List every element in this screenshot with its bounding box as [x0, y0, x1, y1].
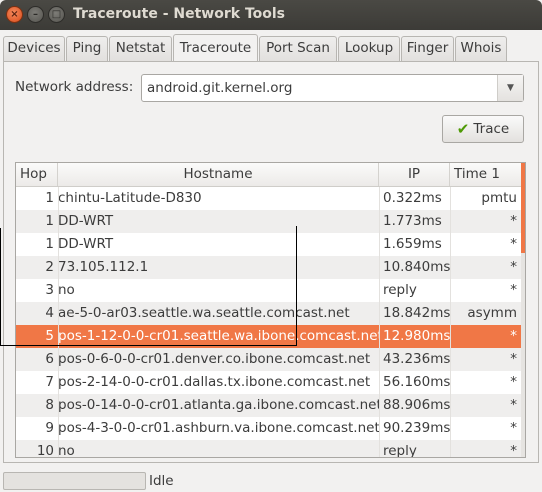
hostname-cell: ae-5-0-ar03.seattle.wa.seattle.comcast.n… [58, 305, 350, 321]
hostname-cell: no [58, 443, 75, 458]
table-row[interactable]: 3 no reply * [16, 279, 521, 302]
time1-cell: * [510, 236, 517, 252]
time1-cell: * [510, 420, 517, 436]
hop-cell: 1 [45, 213, 54, 229]
hostname-cell: DD-WRT [58, 236, 114, 252]
tab-ping[interactable]: Ping [66, 36, 108, 61]
table-row[interactable]: 1 chintu-Latitude-D830 0.322ms pmtu [16, 187, 521, 210]
hop-cell: 3 [45, 282, 54, 298]
maximize-window-button[interactable]: □ [48, 6, 65, 23]
hostname-cell: pos-0-6-0-0-cr01.denver.co.ibone.comcast… [58, 351, 371, 367]
minimize-icon: – [33, 8, 38, 20]
table-header: Hop Hostname IP Time 1 [16, 163, 525, 187]
stray-vertical-line [296, 226, 297, 346]
hop-cell: 10 [36, 443, 54, 458]
tab-whois[interactable]: Whois [455, 36, 507, 61]
ip-cell: 56.160ms [383, 374, 450, 390]
time1-cell: * [510, 259, 517, 275]
hostname-cell: chintu-Latitude-D830 [58, 190, 202, 206]
ip-cell: 43.236ms [383, 351, 450, 367]
hop-cell: 6 [45, 351, 54, 367]
ip-cell: 0.322ms [383, 190, 442, 206]
ip-cell: 10.840ms [383, 259, 450, 275]
tab-lookup[interactable]: Lookup [338, 36, 400, 61]
hop-cell: 8 [45, 397, 54, 413]
hop-cell: 4 [45, 305, 54, 321]
ip-cell: 18.842ms [383, 305, 450, 321]
table-row[interactable]: 6 pos-0-6-0-0-cr01.denver.co.ibone.comcas… [16, 348, 521, 371]
hop-cell: 1 [45, 236, 54, 252]
minimize-window-button[interactable]: – [27, 6, 44, 23]
ip-cell: reply [383, 282, 417, 298]
status-bar: Idle [0, 470, 542, 492]
scrollbar-thumb[interactable] [521, 163, 525, 253]
tab-port-scan[interactable]: Port Scan [259, 36, 337, 61]
tab-netstat[interactable]: Netstat [109, 36, 172, 61]
dropdown-button[interactable]: ▼ [497, 75, 523, 101]
time1-cell: * [510, 397, 517, 413]
time1-cell: * [510, 443, 517, 458]
network-address-combo[interactable]: android.git.kernel.org ▼ [141, 74, 524, 102]
time1-cell: * [510, 213, 517, 229]
hop-cell: 2 [45, 259, 54, 275]
stray-horizontal-line [0, 345, 297, 346]
table-row[interactable]: 1 DD-WRT 1.773ms * [16, 210, 521, 233]
table-row[interactable]: 8 pos-0-14-0-0-cr01.atlanta.ga.ibone.comc… [16, 394, 521, 417]
table-row[interactable]: 7 pos-2-14-0-0-cr01.dallas.tx.ibone.comca… [16, 371, 521, 394]
time1-cell: * [510, 328, 517, 344]
ip-cell: 88.906ms [383, 397, 450, 413]
column-header-hop[interactable]: Hop [16, 163, 58, 186]
hostname-cell: 73.105.112.1 [58, 259, 149, 275]
column-header-ip[interactable]: IP [379, 163, 450, 186]
time1-cell: * [510, 282, 517, 298]
tab-traceroute[interactable]: Traceroute [173, 34, 258, 61]
table-row[interactable]: 9 pos-4-3-0-0-cr01.ashburn.va.ibone.comca… [16, 417, 521, 440]
ip-cell: 1.659ms [383, 236, 442, 252]
table-row[interactable]: 2 73.105.112.1 10.840ms * [16, 256, 521, 279]
close-icon: × [10, 8, 19, 20]
column-separator [450, 187, 451, 457]
time1-cell: asymm [467, 305, 517, 321]
hop-cell: 7 [45, 374, 54, 390]
column-header-hostname[interactable]: Hostname [58, 163, 379, 186]
vertical-scrollbar[interactable] [521, 163, 525, 457]
tab-finger[interactable]: Finger [401, 36, 454, 61]
ip-cell: 1.773ms [383, 213, 442, 229]
progress-bar [3, 472, 146, 490]
tab-devices[interactable]: Devices [3, 36, 65, 61]
title-bar: × – □ Traceroute - Network Tools [0, 0, 542, 30]
close-window-button[interactable]: × [6, 6, 23, 23]
hostname-cell: pos-4-3-0-0-cr01.ashburn.va.ibone.comcas… [58, 420, 379, 436]
column-header-time1[interactable]: Time 1 [450, 163, 525, 186]
ip-cell: 90.239ms [383, 420, 450, 436]
trace-button[interactable]: ✔ Trace [442, 115, 524, 143]
table-row[interactable]: 4 ae-5-0-ar03.seattle.wa.seattle.comcast.… [16, 302, 521, 325]
ip-cell: 12.980ms [383, 328, 450, 344]
network-address-input[interactable]: android.git.kernel.org [147, 80, 292, 96]
column-separator [379, 187, 380, 457]
time1-cell: * [510, 374, 517, 390]
hostname-cell: pos-2-14-0-0-cr01.dallas.tx.ibone.comcas… [58, 374, 371, 390]
hop-cell: 9 [45, 420, 54, 436]
time1-cell: * [510, 351, 517, 367]
time1-cell: pmtu [481, 190, 517, 206]
stray-left-line [0, 228, 1, 346]
network-address-label: Network address: [15, 79, 134, 95]
trace-button-label: Trace [473, 121, 510, 137]
table-row[interactable]: 1 DD-WRT 1.659ms * [16, 233, 521, 256]
results-table[interactable]: Hop Hostname IP Time 1 1 chintu-Latitude-… [15, 162, 526, 458]
hostname-cell: pos-0-14-0-0-cr01.atlanta.ga.ibone.comca… [58, 397, 379, 413]
hostname-cell: no [58, 282, 75, 298]
window-title: Traceroute - Network Tools [73, 6, 285, 22]
hostname-cell: DD-WRT [58, 213, 114, 229]
check-icon: ✔ [456, 119, 470, 138]
maximize-icon: □ [51, 8, 62, 20]
column-separator [58, 187, 59, 457]
chevron-down-icon: ▼ [507, 83, 514, 93]
status-text: Idle [149, 473, 174, 489]
table-row[interactable]: 10 no reply * [16, 440, 521, 458]
ip-cell: reply [383, 443, 417, 458]
hop-cell: 1 [45, 190, 54, 206]
